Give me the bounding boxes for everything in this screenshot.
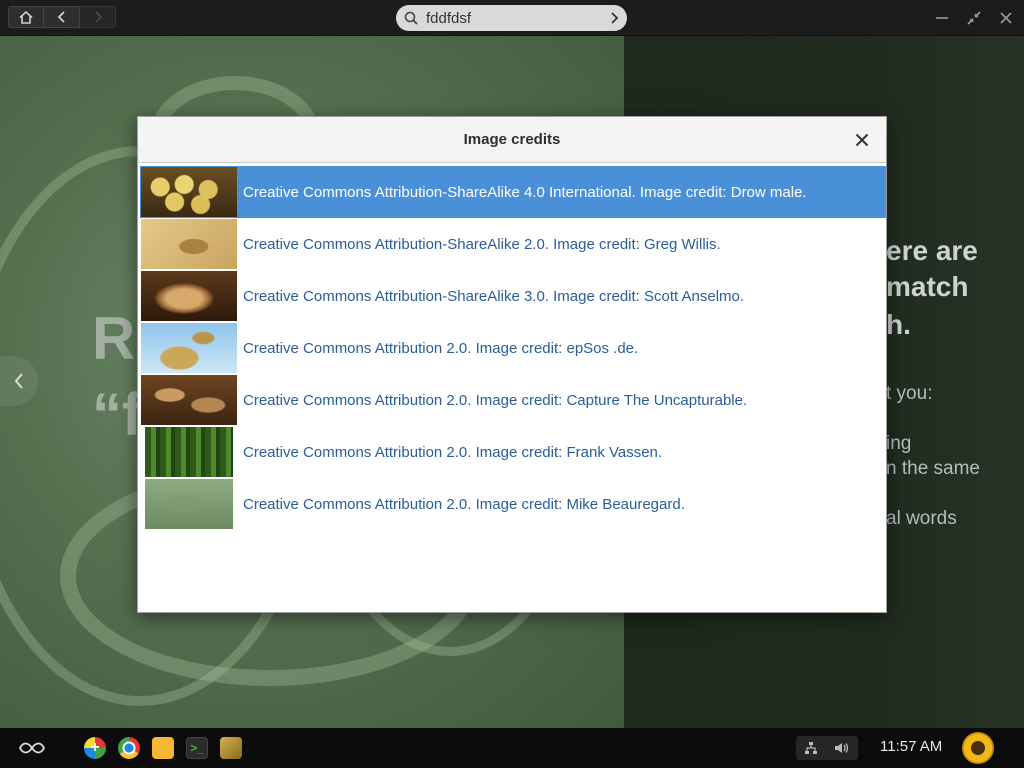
dialog-title: Image credits (463, 131, 561, 148)
excavation-thumbnail (141, 375, 237, 425)
search-field[interactable]: fddfdsf (396, 5, 627, 31)
credit-row[interactable]: Creative Commons Attribution 2.0. Image … (140, 478, 886, 530)
close-window-icon[interactable] (996, 8, 1016, 28)
credit-row[interactable]: Creative Commons Attribution-ShareAlike … (140, 270, 886, 322)
chrome-icon[interactable] (118, 737, 140, 759)
search-icon (404, 11, 418, 25)
volume-icon[interactable] (834, 741, 850, 755)
right-heading-line-2: match (886, 271, 969, 302)
dialog-close-button[interactable] (850, 128, 874, 152)
right-text-line-4: al words (886, 508, 957, 529)
eggs-thumbnail (141, 167, 237, 217)
back-button[interactable] (44, 6, 80, 28)
background-title-fragment: R (92, 305, 136, 372)
credit-label: Creative Commons Attribution 2.0. Image … (243, 339, 639, 357)
home-icon (19, 10, 33, 24)
files-icon[interactable] (152, 737, 174, 759)
fossil-thumbnail (145, 479, 233, 529)
credit-row[interactable]: Creative Commons Attribution 2.0. Image … (140, 426, 886, 478)
minimize-icon[interactable] (932, 8, 952, 28)
add-app-icon[interactable]: + (84, 737, 106, 759)
close-icon (855, 133, 869, 147)
chevron-right-icon (94, 11, 102, 23)
dinosaur-app-icon[interactable] (220, 737, 242, 759)
credit-label: Creative Commons Attribution 2.0. Image … (243, 495, 685, 513)
background-quote-fragment: “f (92, 381, 142, 448)
nav-buttons (8, 6, 116, 28)
dialog-header: Image credits (138, 117, 886, 163)
credit-label: Creative Commons Attribution 2.0. Image … (243, 443, 663, 461)
right-text-line-1: t you: (886, 383, 933, 404)
credit-label: Creative Commons Attribution-ShareAlike … (243, 287, 745, 305)
clock[interactable]: 11:57 AM (880, 738, 942, 755)
credit-label: Creative Commons Attribution-ShareAlike … (243, 183, 807, 201)
dinosaur-skull-thumbnail (141, 271, 237, 321)
taskbar: + >_ 11:57 AM (0, 728, 1024, 768)
endless-menu-icon (18, 742, 46, 754)
credit-row[interactable]: Creative Commons Attribution-ShareAlike … (140, 166, 886, 218)
chevron-left-icon (57, 11, 65, 23)
right-text-line-2: ing (886, 433, 912, 454)
sunflower-avatar-icon[interactable] (962, 732, 994, 764)
credit-row[interactable]: Creative Commons Attribution 2.0. Image … (140, 374, 886, 426)
search-input[interactable]: fddfdsf (426, 10, 609, 27)
forward-button[interactable] (80, 6, 116, 28)
credit-row[interactable]: Creative Commons Attribution 2.0. Image … (140, 322, 886, 374)
top-bar: fddfdsf (0, 0, 1024, 36)
forest-thumbnail (145, 427, 233, 477)
credit-label: Creative Commons Attribution 2.0. Image … (243, 391, 748, 409)
credit-row[interactable]: Creative Commons Attribution-ShareAlike … (140, 218, 886, 270)
taskbar-apps: + >_ (84, 737, 242, 759)
restore-icon[interactable] (964, 8, 984, 28)
home-button[interactable] (8, 6, 44, 28)
terminal-icon[interactable]: >_ (186, 737, 208, 759)
search-go-icon[interactable] (609, 12, 619, 24)
chevron-left-icon (14, 373, 23, 389)
footprint-thumbnail (141, 219, 237, 269)
sauropod-thumbnail (141, 323, 237, 373)
network-icon[interactable] (804, 741, 818, 755)
right-text-line-3: n the same (886, 458, 980, 479)
credits-list: Creative Commons Attribution-ShareAlike … (140, 166, 886, 530)
image-credits-dialog: Image credits Creative Commons Attributi… (137, 116, 887, 613)
right-heading-line-1: ere are (886, 235, 978, 266)
right-heading-line-3: h. (886, 309, 911, 340)
system-tray (796, 736, 858, 760)
endless-menu-button[interactable] (12, 736, 52, 760)
window-controls (932, 8, 1016, 28)
credit-label: Creative Commons Attribution-ShareAlike … (243, 235, 721, 253)
